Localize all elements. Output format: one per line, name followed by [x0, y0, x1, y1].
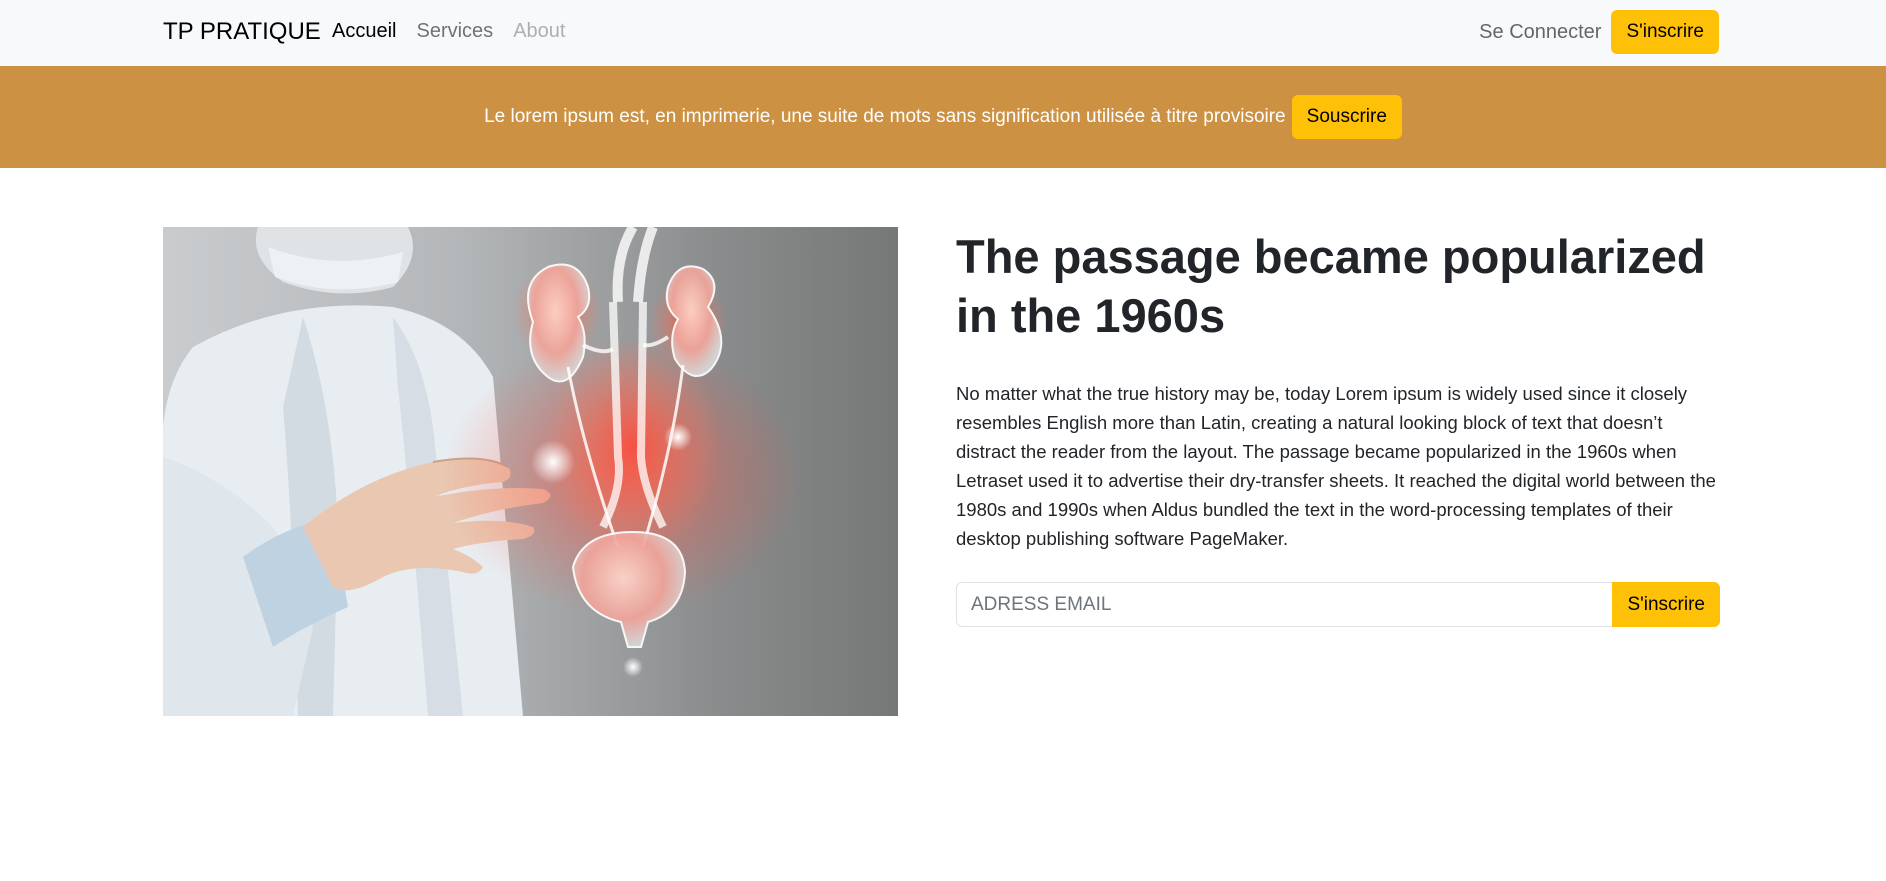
nav-actions: Se Connecter S'inscrire: [1479, 10, 1719, 54]
nav-link-accueil[interactable]: Accueil: [332, 20, 396, 43]
subscribe-button[interactable]: Souscrire: [1291, 95, 1402, 139]
hero-image: [163, 227, 898, 716]
email-signup-form: S'inscrire: [956, 582, 1720, 627]
hero-content: The passage became popularized in the 19…: [956, 227, 1720, 627]
hero-title: The passage became popularized in the 19…: [956, 230, 1706, 342]
nav-link-services[interactable]: Services: [416, 20, 493, 43]
nav-link-about: About: [513, 20, 566, 42]
doctor-kidney-illustration: [163, 227, 803, 716]
email-input[interactable]: [956, 582, 1613, 627]
navbar: TP PRATIQUE Accueil Services About Se Co…: [0, 0, 1886, 66]
login-link[interactable]: Se Connecter: [1479, 21, 1601, 44]
promo-banner: Le lorem ipsum est, en imprimerie, une s…: [0, 66, 1886, 168]
banner-text: Le lorem ipsum est, en imprimerie, une s…: [484, 106, 1286, 127]
brand-logo[interactable]: TP PRATIQUE: [163, 18, 321, 46]
nav-links: Accueil Services About: [332, 20, 565, 43]
email-signup-button[interactable]: S'inscrire: [1612, 582, 1720, 627]
signup-button[interactable]: S'inscrire: [1611, 10, 1719, 54]
hero-paragraph: No matter what the true history may be, …: [956, 383, 1716, 549]
